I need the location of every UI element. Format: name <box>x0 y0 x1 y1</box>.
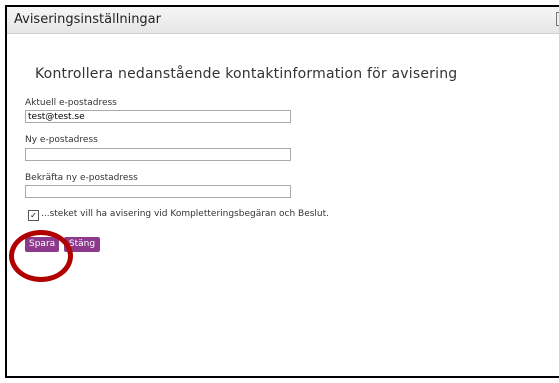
notify-checkbox-label: ...steket vill ha avisering vid Komplett… <box>41 209 330 219</box>
checkmark-icon: ✓ <box>30 211 37 220</box>
dialog-title: Aviseringsinställningar <box>14 12 161 27</box>
current-email-field[interactable] <box>25 110 291 123</box>
new-email-field[interactable] <box>25 148 291 161</box>
notify-checkbox[interactable]: ✓ <box>28 210 39 221</box>
dialog-heading: Kontrollera nedanstående kontaktinformat… <box>35 66 458 82</box>
current-email-label: Aktuell e-postadress <box>25 98 117 108</box>
confirm-email-field[interactable] <box>25 185 291 198</box>
dialog-titlebar: Aviseringsinställningar ✕ <box>7 7 559 34</box>
new-email-label: Ny e-postadress <box>25 135 98 145</box>
notification-settings-dialog: Aviseringsinställningar ✕ Kontrollera ne… <box>5 5 559 378</box>
confirm-email-label: Bekräfta ny e-postadress <box>25 173 138 183</box>
annotation-circle <box>9 230 73 282</box>
